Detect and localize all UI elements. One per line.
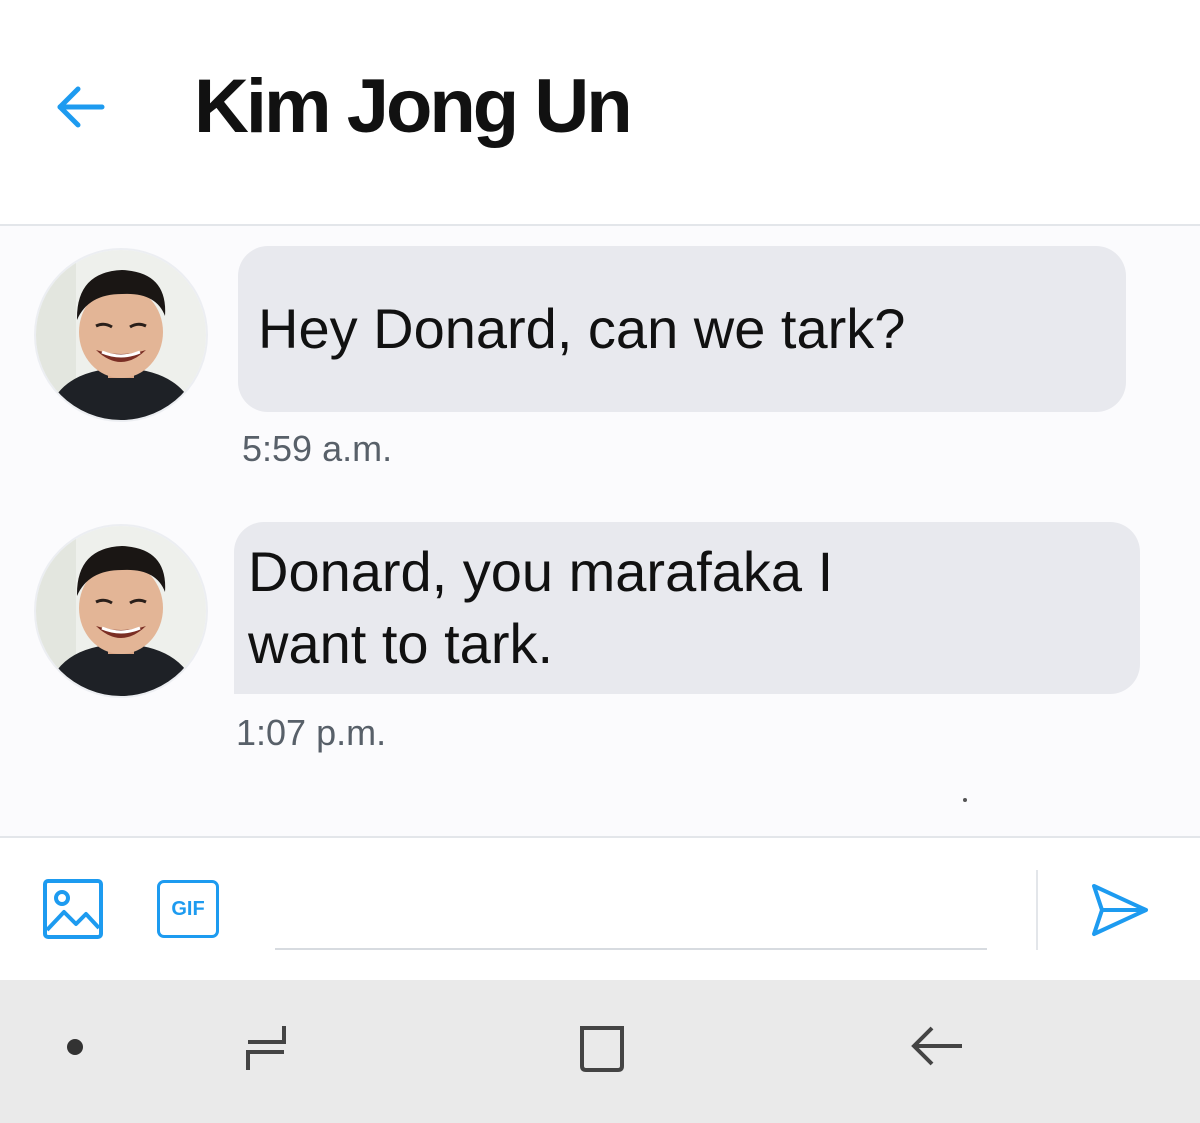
avatar[interactable] <box>36 526 206 696</box>
message-input[interactable] <box>275 874 987 950</box>
conversation-header: Kim Jong Un <box>0 0 1200 226</box>
page-title: Kim Jong Un <box>194 64 633 149</box>
message-composer: GIF <box>0 836 1200 982</box>
home-icon[interactable] <box>572 1020 632 1078</box>
avatar-image <box>36 250 206 420</box>
system-navigation-bar <box>0 980 1200 1123</box>
avatar-image <box>36 526 206 696</box>
divider-dot <box>963 798 967 802</box>
composer-divider <box>1036 870 1038 950</box>
send-icon[interactable] <box>1088 878 1152 942</box>
message-text-line: Donard, you marafaka I <box>248 540 834 603</box>
message-timestamp: 1:07 p.m. <box>236 712 387 753</box>
message-thread: Hey Donard, can we tark? 5:59 a.m. Donar… <box>0 226 1200 836</box>
message-timestamp: 5:59 a.m. <box>242 428 393 469</box>
message-text-line: want to tark. <box>248 612 554 675</box>
recents-icon[interactable] <box>236 1016 296 1080</box>
message-bubble: Donard, you marafaka I want to tark. <box>234 522 1140 694</box>
arrow-left-icon[interactable] <box>52 80 112 134</box>
avatar[interactable] <box>36 250 206 420</box>
back-icon[interactable] <box>904 1018 968 1078</box>
image-icon[interactable] <box>42 878 104 940</box>
message-text: Hey Donard, can we tark? <box>258 297 906 360</box>
dot-icon[interactable] <box>67 1039 83 1055</box>
gif-button[interactable]: GIF <box>157 880 219 938</box>
message-bubble: Hey Donard, can we tark? <box>238 246 1126 412</box>
